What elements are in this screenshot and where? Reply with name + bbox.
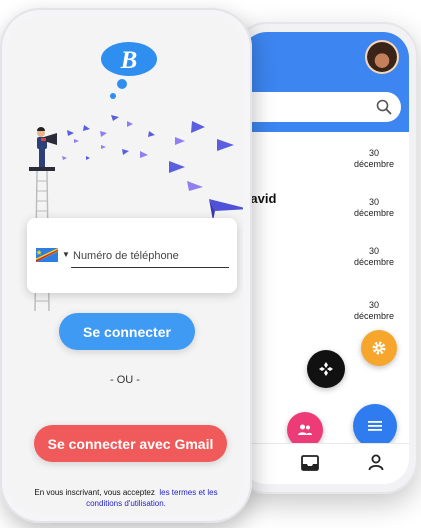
chevron-down-icon[interactable]: ▼ [62,250,70,259]
chat-date: 30 décembre [353,300,395,321]
chat-list-item[interactable]: David 30 décembre [241,191,409,239]
chat-date: 30 décembre [353,148,395,169]
settings-fab[interactable] [361,330,397,366]
gear-icon [372,341,386,355]
gamepad-icon [319,362,333,376]
bottom-nav [241,443,409,484]
or-separator: - OU - [110,374,140,386]
game-fab[interactable] [307,350,345,388]
chat-date: 30 décembre [353,197,395,218]
terms-conjunction: et [198,488,206,497]
chat-list-item[interactable]: 30 décembre [241,240,409,288]
chat-date: 30 décembre [353,246,395,267]
terms-prefix: En vous inscrivant, vous acceptez [34,488,155,497]
menu-icon [368,421,382,431]
app-header [241,32,409,132]
terms-link[interactable]: les termes [159,488,196,497]
back-phone-mockup: e 30 décembre David 30 décembre 30 décem… [233,22,418,494]
search-icon[interactable] [375,98,393,116]
connect-button[interactable]: Se connecter [59,313,195,350]
logo-letter: B [120,47,138,74]
front-phone-mockup: B ▼ Numéro de téléphone Se connecter - O… [0,8,252,523]
phone-login-card: ▼ [27,218,237,293]
avatar[interactable] [365,40,399,74]
chat-list-item[interactable]: e 30 décembre [241,142,409,190]
terms-notice: En vous inscrivant, vous acceptez les te… [21,487,231,509]
group-icon [298,424,312,435]
gmail-login-button[interactable]: Se connecter avec Gmail [34,425,227,462]
chat-list-screen: e 30 décembre David 30 décembre 30 décem… [241,32,409,484]
phone-number-input[interactable] [71,245,229,268]
app-logo: B [101,42,157,99]
menu-fab[interactable] [353,404,397,448]
login-screen: B ▼ Numéro de téléphone Se connecter - O… [7,16,243,514]
person-icon[interactable] [368,454,384,471]
inbox-icon[interactable] [301,455,319,471]
dr-congo-flag-icon[interactable] [36,248,58,262]
search-bar[interactable] [241,92,401,122]
